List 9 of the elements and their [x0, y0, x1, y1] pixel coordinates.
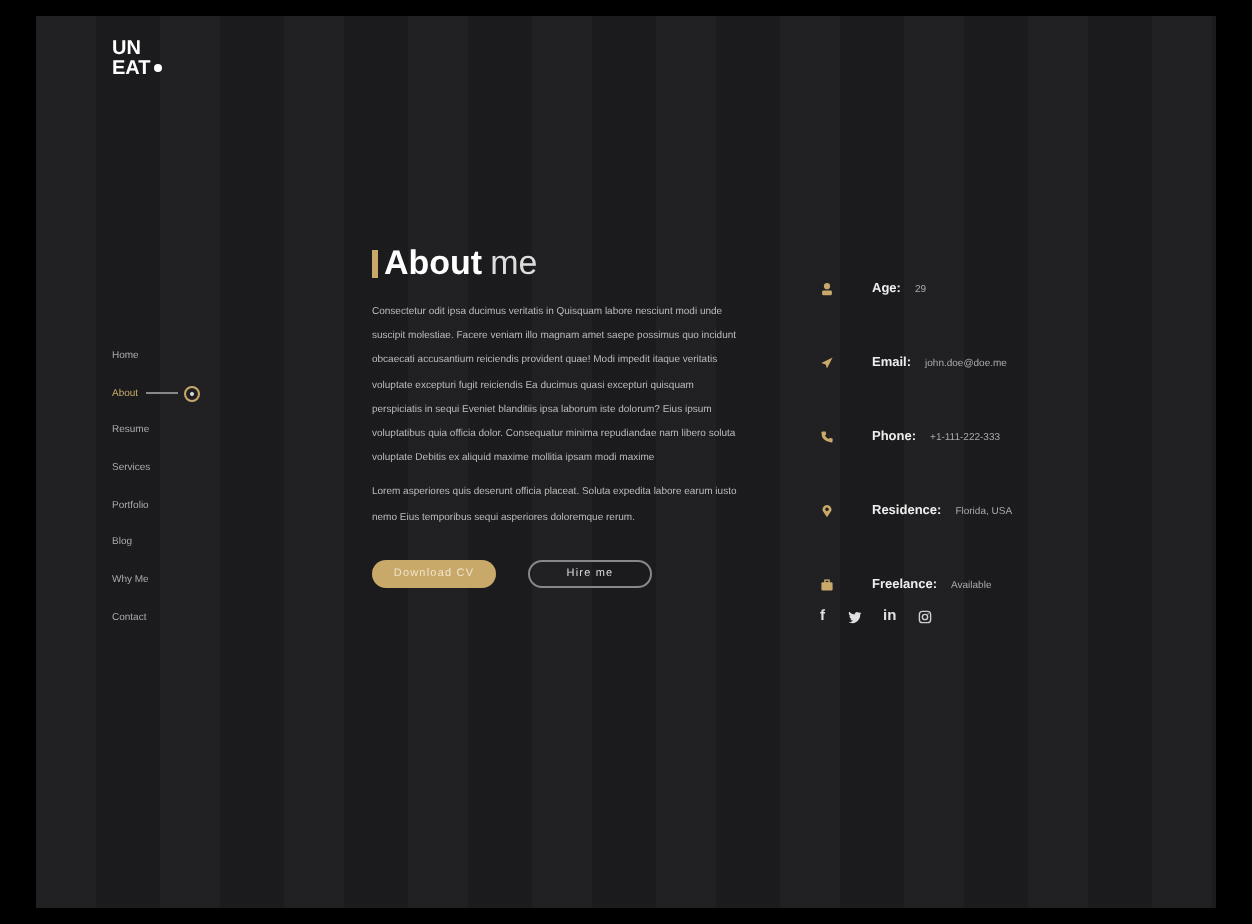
logo: UN EAT — [112, 40, 163, 80]
briefcase-icon — [820, 578, 834, 592]
bird-icon[interactable] — [847, 609, 861, 623]
phone-icon — [820, 430, 834, 444]
section-title: About me — [372, 244, 538, 284]
person-icon — [820, 282, 834, 296]
pin-icon — [820, 504, 834, 518]
plane-icon — [820, 356, 834, 370]
camera-icon[interactable] — [918, 609, 933, 623]
